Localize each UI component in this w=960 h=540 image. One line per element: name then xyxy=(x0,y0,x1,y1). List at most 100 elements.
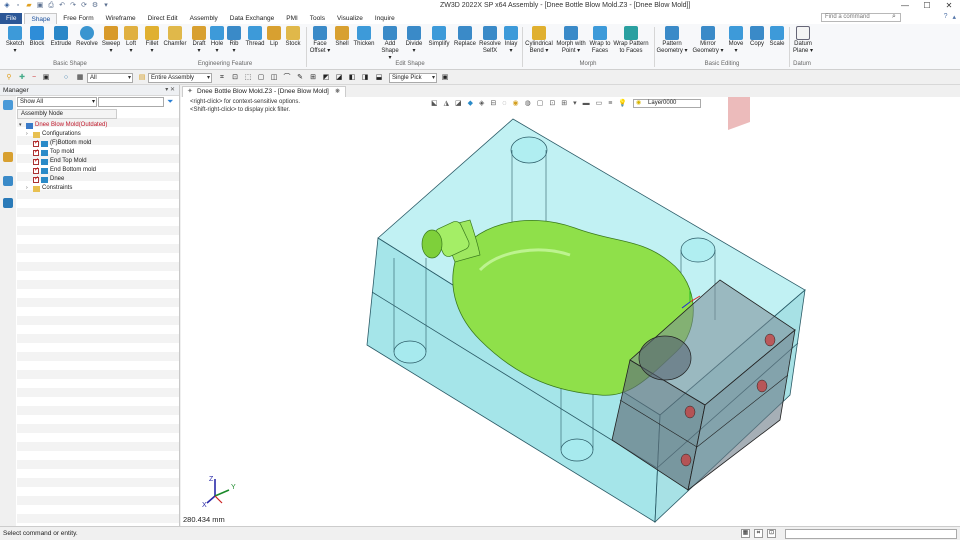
visibility-checkbox[interactable] xyxy=(33,157,39,166)
customize-icon[interactable]: ▾ xyxy=(102,2,110,10)
pick-body-icon[interactable]: ◫ xyxy=(270,74,278,82)
assembly-scope-icon[interactable]: ▤ xyxy=(138,74,146,82)
filter-funnel-icon[interactable]: ⏷ xyxy=(167,97,173,107)
chamfer-button[interactable]: Chamfer xyxy=(162,26,188,48)
maximize-button[interactable]: ☐ xyxy=(916,0,938,12)
layer-manager-icon[interactable] xyxy=(3,198,13,208)
collapse-icon[interactable]: ▾ xyxy=(19,121,26,130)
loft-button[interactable]: Loft ▾ xyxy=(122,26,140,55)
collapse-ribbon-icon[interactable]: ▴ xyxy=(952,13,956,21)
visibility-checkbox[interactable] xyxy=(33,166,39,175)
pick-mode-select[interactable]: Single Pick xyxy=(389,73,437,83)
pick-mode-icon[interactable]: ⬓ xyxy=(375,74,383,82)
visibility-checkbox[interactable] xyxy=(33,139,39,148)
wrap-pattern-button[interactable]: Wrap Pattern to Faces xyxy=(613,26,649,55)
thread-button[interactable]: Thread xyxy=(244,26,266,48)
close-button[interactable]: ✕ xyxy=(938,0,960,12)
help-icon[interactable]: ? xyxy=(944,13,948,21)
filter-select[interactable]: All xyxy=(87,73,133,83)
history-manager-icon[interactable] xyxy=(3,100,13,110)
search-icon[interactable]: ⌕ xyxy=(892,13,896,21)
print-icon[interactable]: ⎙ xyxy=(47,2,55,10)
tab-assembly[interactable]: Assembly xyxy=(184,13,224,24)
tree-node-end-bottom-mold[interactable]: End Bottom mold xyxy=(33,166,96,175)
pick-edge-icon[interactable]: ⬚ xyxy=(244,74,252,82)
thicken-button[interactable]: Thicken xyxy=(352,26,376,48)
morph-with-point-button[interactable]: Morph with Point ▾ xyxy=(555,26,587,55)
pick-curve-icon[interactable]: ⌒ xyxy=(283,74,291,82)
tab-free-form[interactable]: Free Form xyxy=(57,13,99,24)
copy-button[interactable]: Copy xyxy=(748,26,766,48)
graphics-viewport[interactable]: <right-click> for context-sensitive opti… xyxy=(181,97,960,526)
divide-button[interactable]: Divide ▾ xyxy=(403,26,425,55)
pattern-geometry-button[interactable]: Pattern Geometry ▾ xyxy=(656,26,688,55)
tree-node-top-mold[interactable]: Top mold xyxy=(33,148,74,157)
new-tab-button[interactable]: + xyxy=(335,86,340,96)
undo-icon[interactable]: ↶ xyxy=(58,2,66,10)
minimize-button[interactable]: — xyxy=(894,0,916,12)
pick-datum-icon[interactable]: ⊞ xyxy=(309,74,317,82)
tree-node-dnee[interactable]: Dnee xyxy=(33,175,64,184)
tab-inquire[interactable]: Inquire xyxy=(369,13,401,24)
pick-component-icon[interactable]: ◪ xyxy=(335,74,343,82)
pick-sketch-icon[interactable]: ✎ xyxy=(296,74,304,82)
pick-more-icon[interactable]: ◨ xyxy=(361,74,369,82)
pin-icon[interactable]: ✦ xyxy=(187,87,193,97)
stock-button[interactable]: Stock xyxy=(283,26,303,48)
regenerate-icon[interactable]: ⟳ xyxy=(80,2,88,10)
wrap-to-faces-button[interactable]: Wrap to Faces xyxy=(588,26,612,55)
move-button[interactable]: Move ▾ xyxy=(727,26,745,55)
block-button[interactable]: Block xyxy=(27,26,47,48)
tab-wireframe[interactable]: Wireframe xyxy=(100,13,142,24)
pick-face-icon[interactable]: ▢ xyxy=(257,74,265,82)
scope-select[interactable]: Entire Assembly xyxy=(148,73,212,83)
tab-visualize[interactable]: Visualize xyxy=(331,13,369,24)
pick-point-icon[interactable]: ⊡ xyxy=(231,74,239,82)
cylindrical-bend-button[interactable]: Cylindrical Bend ▾ xyxy=(524,26,554,55)
tree-node-end-top-mold[interactable]: End Top Mold xyxy=(33,157,87,166)
fillet-button[interactable]: Fillet ▾ xyxy=(143,26,161,55)
lip-button[interactable]: Lip xyxy=(267,26,281,48)
scale-button[interactable]: Scale xyxy=(768,26,786,48)
settings-icon[interactable]: ⚙ xyxy=(91,2,99,10)
tree-search-input[interactable] xyxy=(98,97,164,107)
tab-file[interactable]: File xyxy=(0,13,23,24)
tree-node-bottom-mold[interactable]: (F)Bottom mold xyxy=(33,139,91,148)
pick-feature-icon[interactable]: ◧ xyxy=(348,74,356,82)
shell-button[interactable]: Shell xyxy=(333,26,351,48)
tab-tools[interactable]: Tools xyxy=(304,13,331,24)
open-folder-icon[interactable]: ▰ xyxy=(25,2,33,10)
tab-direct-edit[interactable]: Direct Edit xyxy=(142,13,184,24)
tab-data-exchange[interactable]: Data Exchange xyxy=(224,13,280,24)
tree-node-root[interactable]: ▾ Dnee Blow Mold(Outdated) xyxy=(19,121,107,130)
command-input[interactable] xyxy=(785,529,957,539)
visibility-checkbox[interactable] xyxy=(33,148,39,157)
visibility-checkbox[interactable] xyxy=(33,175,39,184)
manager-panel-controls[interactable]: ▾ ✕ xyxy=(165,85,175,96)
resolve-selfx-button[interactable]: Resolve SelfX xyxy=(478,26,502,55)
datum-plane-button[interactable]: Datum Plane ▾ xyxy=(791,26,815,55)
tab-pmi[interactable]: PMI xyxy=(280,13,304,24)
snap-toggle-icon[interactable]: ⌗ xyxy=(754,529,763,538)
revolve-button[interactable]: Revolve xyxy=(75,26,99,48)
simplify-button[interactable]: Simplify xyxy=(426,26,452,48)
save-icon[interactable]: ▣ xyxy=(36,2,44,10)
face-offset-button[interactable]: Face Offset ▾ xyxy=(308,26,332,55)
extrude-button[interactable]: Extrude xyxy=(49,26,73,48)
app-logo-icon[interactable]: ◈ xyxy=(3,2,11,10)
snap-icon[interactable]: ✚ xyxy=(18,74,26,82)
document-tab[interactable]: ✦ Dnee Bottle Blow Mold.Z3 - [Dnee Blow … xyxy=(182,86,347,97)
grid-toggle-icon[interactable]: ▦ xyxy=(741,529,750,538)
mirror-geometry-button[interactable]: Mirror Geometry ▾ xyxy=(692,26,724,55)
draft-button[interactable]: Draft ▾ xyxy=(190,26,208,55)
sweep-button[interactable]: Sweep ▾ xyxy=(101,26,121,55)
pick-box-icon[interactable]: ▦ xyxy=(76,74,84,82)
hole-button[interactable]: Hole ▾ xyxy=(209,26,225,55)
tree-node-constraints[interactable]: › Constraints xyxy=(26,184,72,193)
pick-options-icon[interactable]: ▣ xyxy=(441,74,449,82)
replace-button[interactable]: Replace xyxy=(453,26,477,48)
rib-button[interactable]: Rib ▾ xyxy=(227,26,241,55)
redo-icon[interactable]: ↷ xyxy=(69,2,77,10)
expand-icon[interactable]: › xyxy=(26,184,33,193)
tab-shape[interactable]: Shape xyxy=(24,13,58,24)
